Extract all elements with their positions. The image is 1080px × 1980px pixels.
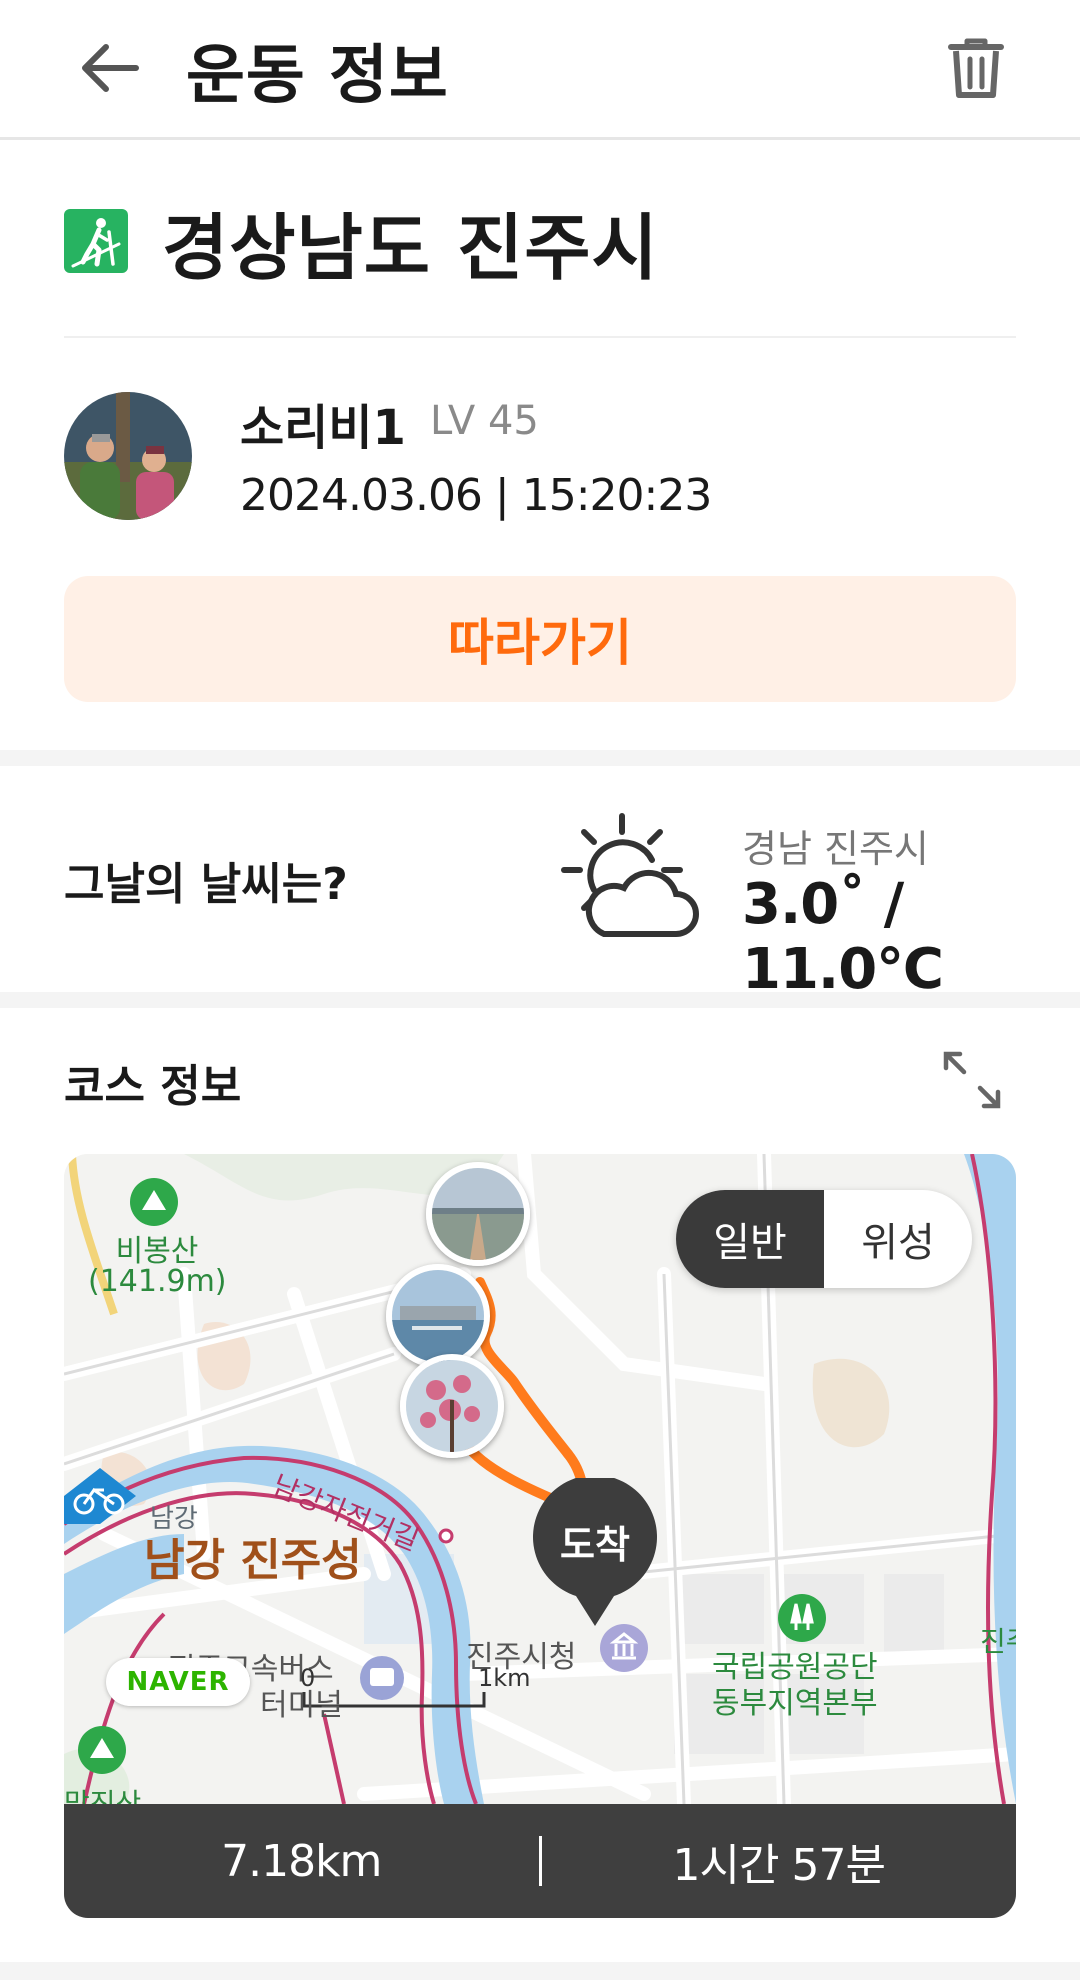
course-stats-bar: 7.18km 1시간 57분 — [64, 1804, 1016, 1918]
arrival-marker[interactable]: 도착 — [530, 1474, 660, 1628]
photo-marker[interactable] — [426, 1162, 530, 1266]
activity-location-row: 경상남도 진주시 — [64, 196, 659, 290]
weather-region: 경남 진주시 — [742, 827, 929, 871]
map-scale-zero: 0 — [300, 1664, 316, 1692]
course-title: 코스 정보 — [64, 1061, 242, 1112]
page-title: 운동 정보 — [186, 39, 449, 113]
photo-marker[interactable] — [386, 1264, 490, 1368]
distance-value: 7.18km — [221, 1835, 382, 1887]
map-scale-km: 1km — [478, 1664, 531, 1692]
trash-icon — [948, 38, 1004, 98]
back-button[interactable] — [72, 30, 148, 106]
map-type-toggle: 일반 위성 — [676, 1190, 972, 1288]
arrow-left-icon — [82, 44, 139, 92]
naver-logo[interactable]: NAVER — [106, 1658, 250, 1706]
map-type-normal[interactable]: 일반 — [676, 1190, 824, 1288]
expand-map-button[interactable] — [940, 1048, 1004, 1112]
divider — [64, 336, 1016, 338]
duration-value: 1시간 57분 — [672, 1840, 886, 1891]
app-header: 운동 정보 — [0, 0, 1080, 140]
course-map[interactable]: 비봉산 (141.9m) 남강 남강 진주성 남강자전거길 진주고속버스 터미널… — [64, 1154, 1016, 1804]
user-level: LV 45 — [430, 398, 539, 444]
section-divider — [0, 750, 1080, 766]
user-name: 소리비1 — [240, 400, 406, 456]
map-label-park-office: 동부지역본부 — [712, 1686, 878, 1721]
map-label-mountain-height: (141.9m) — [88, 1264, 227, 1299]
delete-button[interactable] — [936, 28, 1016, 108]
location-title: 경상남도 진주시 — [162, 205, 659, 290]
map-label-edge: 진주 — [980, 1625, 1016, 1658]
partly-cloudy-icon — [560, 812, 700, 942]
activity-datetime: 2024.03.06 | 15:20:23 — [240, 470, 712, 521]
weather-temperature: 3.0˚ / 11.0℃ — [742, 872, 944, 1002]
map-type-satellite[interactable]: 위성 — [824, 1190, 972, 1288]
expand-icon — [943, 1051, 1001, 1109]
photo-marker[interactable] — [400, 1354, 504, 1458]
map-label-mountain: 망진산 — [64, 1787, 142, 1804]
hiking-icon — [64, 209, 128, 273]
section-divider — [0, 992, 1080, 1008]
map-label-castle: 남강 진주성 — [144, 1535, 362, 1586]
follow-button[interactable]: 따라가기 — [64, 576, 1016, 702]
avatar[interactable] — [64, 392, 192, 520]
weather-question: 그날의 날씨는? — [64, 859, 348, 910]
section-divider — [0, 1962, 1080, 1980]
arrival-label: 도착 — [560, 1523, 630, 1567]
